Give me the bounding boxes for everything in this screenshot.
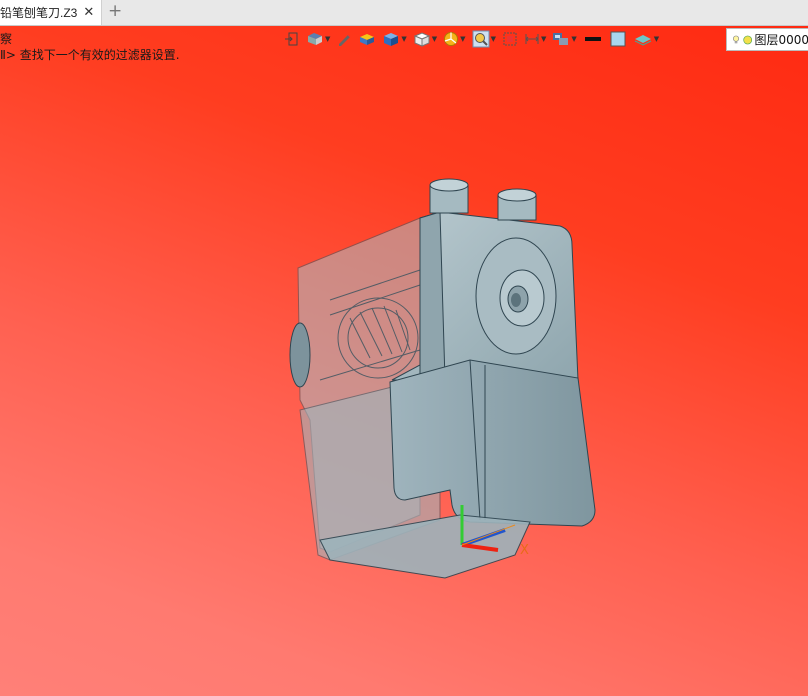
x-axis-label: X [520,543,529,558]
crank-knob [289,322,311,388]
pencil-sharpener-model[interactable] [0,0,808,696]
